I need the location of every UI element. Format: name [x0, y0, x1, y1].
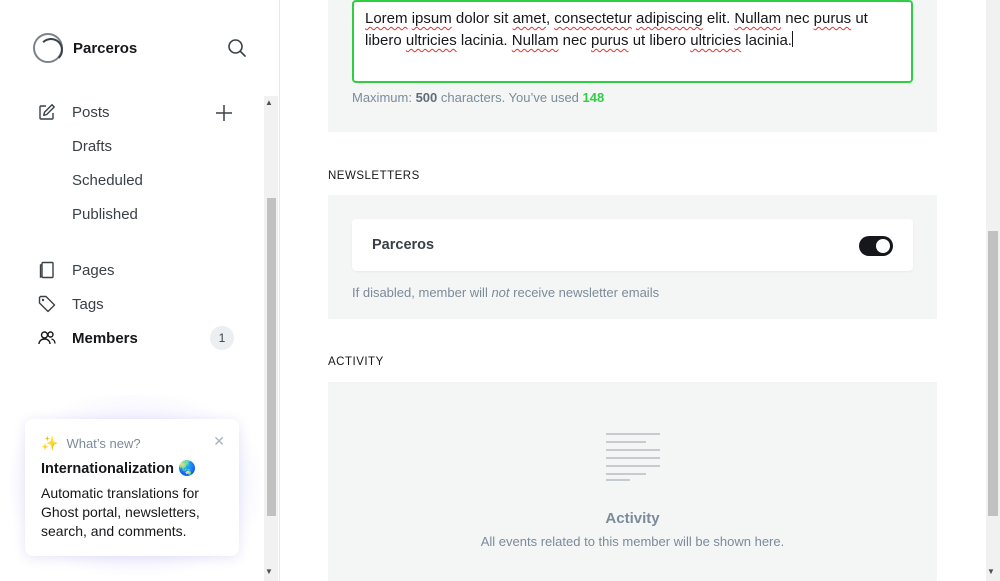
note-word: Nullam	[734, 10, 782, 27]
activity-empty-description: All events related to this member will b…	[480, 534, 785, 549]
text-caret	[791, 31, 793, 47]
whats-new-card[interactable]: ✨ What’s new? ✕ Internationalization 🌏 A…	[25, 419, 239, 556]
close-icon[interactable]: ✕	[213, 433, 225, 450]
page-icon	[38, 261, 56, 279]
note-word: purus	[813, 10, 852, 27]
newsletters-section-title: NEWSLETTERS	[328, 170, 420, 182]
main-scrollbar-thumb[interactable]	[988, 231, 998, 516]
note-word: dolor	[455, 10, 490, 27]
sidebar-item-label: Posts	[72, 103, 110, 121]
sidebar-item-members[interactable]: Members 1	[38, 326, 238, 350]
note-word: ultricies	[690, 32, 742, 49]
newsletter-name: Parceros	[372, 237, 435, 253]
members-icon	[38, 329, 56, 347]
note-word: lacinia.	[460, 32, 508, 49]
scroll-up-arrow-icon[interactable]: ▲	[265, 98, 273, 107]
char-max: 500	[415, 90, 438, 105]
note-word: sit	[493, 10, 509, 27]
whats-new-body: Automatic translations for Ghost portal,…	[41, 485, 200, 539]
hint-prefix: Maximum:	[352, 90, 416, 105]
newsletters-panel: Parceros If disabled, member will not re…	[328, 195, 937, 319]
scroll-down-arrow-icon[interactable]: ▼	[987, 567, 995, 576]
sidebar-scrollbar-thumb[interactable]	[267, 198, 276, 516]
note-panel: Lorem ipsum dolor sit amet, consectetur …	[328, 0, 937, 132]
char-used: 148	[582, 90, 605, 105]
activity-section-title: ACTIVITY	[328, 356, 384, 368]
sidebar-item-posts[interactable]: Posts	[38, 100, 238, 124]
note-word: elit.	[706, 10, 731, 27]
newsletter-toggle[interactable]	[859, 236, 893, 256]
sidebar-item-pages[interactable]: Pages	[38, 258, 238, 282]
members-count-badge: 1	[210, 326, 234, 350]
plus-icon	[216, 105, 232, 121]
hint-mid: characters. You’ve used	[437, 90, 583, 105]
note-word: ultricies	[405, 32, 457, 49]
sidebar: Parceros Posts Drafts Scheduled Publishe…	[0, 0, 280, 581]
edit-post-icon	[38, 103, 56, 121]
hint-emphasis: not	[491, 285, 510, 300]
note-word: lacinia.	[745, 32, 792, 49]
brand-logo-icon	[33, 33, 63, 63]
whats-new-title: Internationalization 🌏	[41, 461, 197, 477]
sparkle-icon: ✨	[41, 435, 59, 451]
member-detail-main: Lorem ipsum dolor sit amet, consectetur …	[280, 0, 986, 581]
sidebar-item-label: Tags	[72, 295, 104, 313]
sidebar-item-label: Pages	[72, 261, 115, 279]
sidebar-item-tags[interactable]: Tags	[38, 292, 238, 316]
scroll-down-arrow-icon[interactable]: ▼	[265, 567, 273, 576]
note-word: ut	[855, 10, 868, 27]
note-word: consectetur	[554, 10, 632, 27]
brand-name: Parceros	[73, 39, 138, 57]
search-button[interactable]	[227, 38, 247, 58]
note-word: libero	[649, 32, 687, 49]
activity-list-icon	[606, 433, 660, 481]
note-word: purus	[590, 32, 629, 49]
note-word: amet,	[512, 10, 551, 27]
activity-panel: Activity All events related to this memb…	[328, 382, 937, 581]
note-word: Lorem	[365, 10, 408, 27]
sidebar-item-published[interactable]: Published	[72, 202, 138, 226]
activity-empty-title: Activity	[605, 510, 660, 527]
note-text: Lorem ipsum dolor sit amet, consectetur …	[365, 10, 868, 49]
new-post-button[interactable]	[214, 103, 234, 123]
hint-suffix: receive newsletter emails	[509, 285, 660, 300]
note-word: ut	[632, 32, 646, 49]
note-word: nec	[562, 32, 587, 49]
newsletter-hint: If disabled, member will not receive new…	[352, 285, 659, 300]
note-word: libero	[365, 32, 402, 49]
note-word: nec	[785, 10, 810, 27]
hint-prefix: If disabled, member will	[352, 285, 492, 300]
note-word: ipsum	[411, 10, 452, 27]
whats-new-header: ✨ What’s new?	[41, 435, 223, 452]
whats-new-label: What’s new?	[66, 436, 141, 451]
tag-icon	[38, 295, 56, 313]
search-icon	[228, 39, 246, 57]
sidebar-item-scheduled[interactable]: Scheduled	[72, 168, 143, 192]
newsletter-row: Parceros	[352, 219, 913, 271]
note-word: Nullam	[511, 32, 559, 49]
member-note-textarea[interactable]: Lorem ipsum dolor sit amet, consectetur …	[352, 0, 913, 83]
note-word: adipiscing	[636, 10, 703, 27]
note-char-hint: Maximum: 500 characters. You’ve used 148	[352, 90, 604, 105]
sidebar-item-drafts[interactable]: Drafts	[72, 134, 112, 158]
sidebar-item-label: Members	[72, 329, 138, 347]
